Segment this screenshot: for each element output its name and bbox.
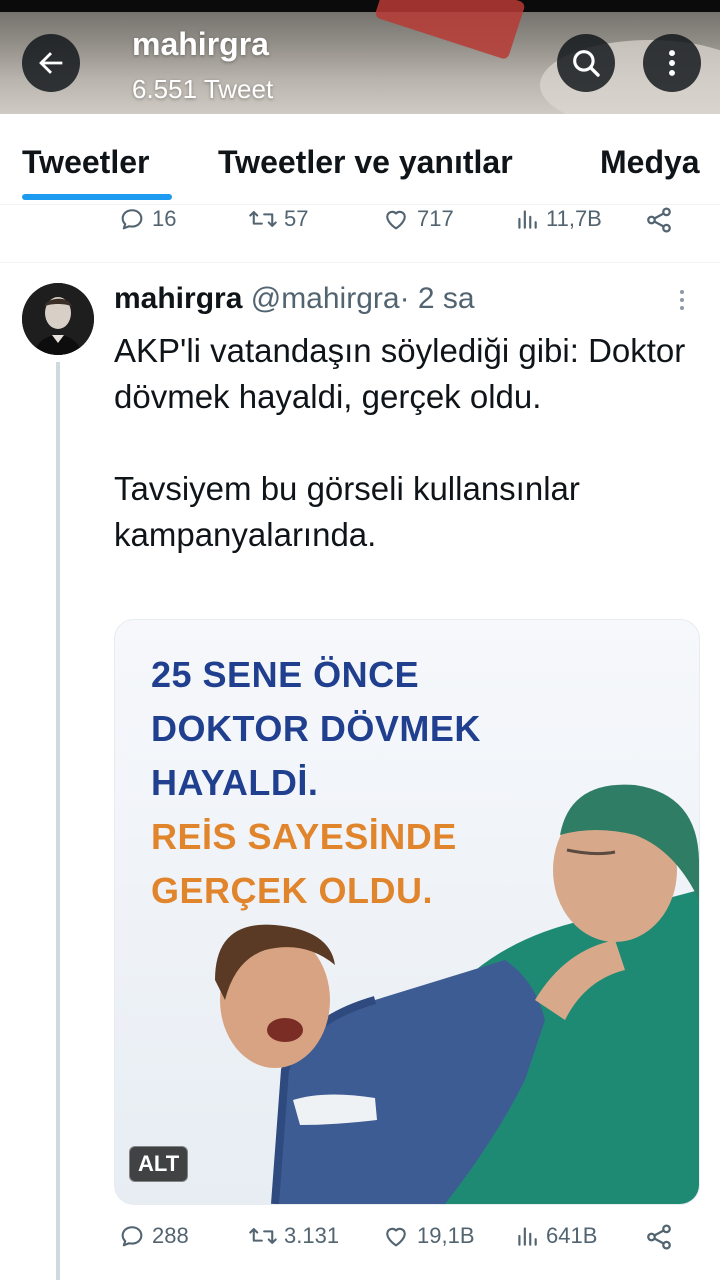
arrow-left-icon bbox=[39, 52, 63, 74]
active-tab-indicator bbox=[22, 194, 172, 200]
share-button[interactable] bbox=[644, 205, 674, 235]
poster-line: REİS SAYESİNDE bbox=[151, 816, 457, 857]
tweet-author-name[interactable]: mahirgra bbox=[114, 282, 242, 315]
retweet-count: 3.131 bbox=[284, 1223, 340, 1248]
retweet-icon bbox=[249, 1228, 277, 1244]
profile-header: mahirgra 6.551 Tweet bbox=[0, 0, 720, 114]
divider bbox=[0, 262, 720, 263]
reply-icon bbox=[121, 1226, 143, 1247]
separator-dot: · bbox=[399, 282, 410, 315]
reply-count: 288 bbox=[152, 1223, 189, 1248]
poster-line: 25 SENE ÖNCE bbox=[151, 654, 420, 695]
tweet-header: mahirgra @mahirgra· 2 sa bbox=[114, 282, 475, 316]
tweet-count: 6.551 Tweet bbox=[132, 74, 274, 104]
profile-tabs: Tweetler Tweetler ve yanıtlar Medya bbox=[0, 114, 720, 205]
tweet-media[interactable]: 25 SENE ÖNCE DOKTOR DÖVMEK HAYALDİ. REİS… bbox=[114, 619, 700, 1205]
back-button[interactable] bbox=[22, 34, 80, 92]
tweet-more-button[interactable] bbox=[670, 287, 694, 318]
more-vertical-icon bbox=[680, 290, 684, 310]
share-icon bbox=[647, 207, 671, 233]
tweet-text: AKP'li vatandaşın söylediği gibi: Doktor… bbox=[114, 328, 694, 558]
reply-icon bbox=[121, 209, 143, 230]
thread-line bbox=[56, 362, 60, 1280]
analytics-icon bbox=[518, 210, 537, 229]
status-bar bbox=[0, 0, 720, 12]
tab-media[interactable]: Medya bbox=[600, 144, 700, 181]
share-icon bbox=[647, 1224, 671, 1250]
tweet-timestamp[interactable]: 2 sa bbox=[418, 282, 475, 315]
poster-line: HAYALDİ. bbox=[151, 762, 319, 803]
alt-text-badge[interactable]: ALT bbox=[129, 1146, 189, 1182]
more-options-button[interactable] bbox=[643, 34, 701, 92]
retweet-count: 57 bbox=[284, 206, 309, 231]
reply-button[interactable]: 16 bbox=[118, 205, 176, 233]
like-button[interactable]: 717 bbox=[381, 205, 454, 233]
heart-icon bbox=[386, 1227, 406, 1247]
reply-count: 16 bbox=[152, 206, 177, 231]
poster-headline: 25 SENE ÖNCE DOKTOR DÖVMEK HAYALDİ. REİS… bbox=[151, 648, 481, 918]
like-count: 19,1B bbox=[417, 1223, 475, 1248]
share-button[interactable] bbox=[644, 1222, 674, 1252]
reply-button[interactable]: 288 bbox=[118, 1222, 189, 1250]
analytics-icon bbox=[518, 1227, 537, 1246]
views-button[interactable]: 641B bbox=[514, 1222, 597, 1250]
poster-line: DOKTOR DÖVMEK bbox=[151, 708, 481, 749]
view-count: 11,7B bbox=[546, 206, 602, 231]
tweet-author-handle[interactable]: @mahirgra bbox=[251, 282, 400, 315]
tweet-paragraph: AKP'li vatandaşın söylediği gibi: Doktor… bbox=[114, 332, 686, 415]
avatar[interactable] bbox=[22, 283, 94, 355]
tweet-paragraph: Tavsiyem bu görseli kullansınlar kampany… bbox=[114, 470, 580, 553]
profile-photo bbox=[22, 283, 94, 355]
retweet-button[interactable]: 3.131 bbox=[248, 1222, 339, 1250]
search-icon bbox=[573, 50, 600, 77]
retweet-icon bbox=[249, 211, 277, 227]
profile-name: mahirgra bbox=[132, 26, 269, 62]
prev-tweet-actions: 16 57 717 11,7B bbox=[0, 205, 720, 245]
heart-icon bbox=[386, 210, 406, 230]
like-count: 717 bbox=[417, 206, 454, 231]
poster-line: GERÇEK OLDU. bbox=[151, 870, 434, 911]
retweet-button[interactable]: 57 bbox=[248, 205, 308, 233]
tweet-actions: 288 3.131 19,1B 641B bbox=[0, 1222, 720, 1262]
more-vertical-icon bbox=[669, 50, 675, 76]
like-button[interactable]: 19,1B bbox=[381, 1222, 475, 1250]
view-count: 641B bbox=[546, 1223, 598, 1248]
tab-tweets-and-replies[interactable]: Tweetler ve yanıtlar bbox=[218, 144, 513, 181]
tab-tweets[interactable]: Tweetler bbox=[22, 144, 149, 181]
search-button[interactable] bbox=[557, 34, 615, 92]
views-button[interactable]: 11,7B bbox=[514, 205, 602, 233]
header-banner-decoration bbox=[374, 0, 526, 61]
